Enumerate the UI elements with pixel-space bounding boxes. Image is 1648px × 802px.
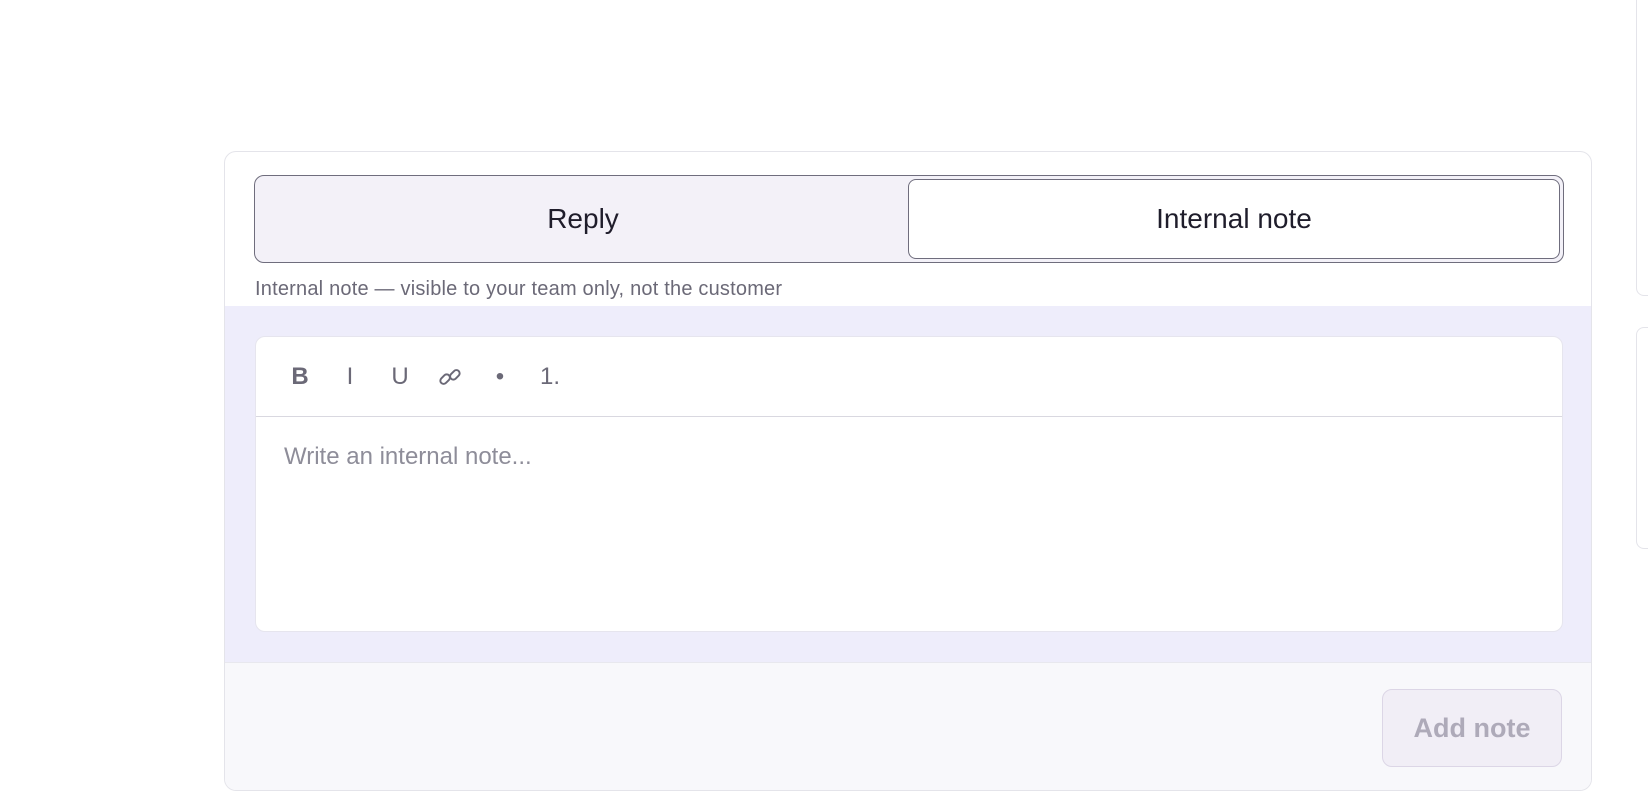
- link-button[interactable]: [430, 357, 470, 397]
- underline-button[interactable]: U: [380, 357, 420, 397]
- composer-mode-toggle: Reply Internal note: [254, 175, 1564, 263]
- editor-area: B I U • 1. Write an internal note...: [225, 306, 1591, 662]
- add-note-button[interactable]: Add note: [1382, 689, 1562, 767]
- side-panel-card: [1636, 0, 1648, 296]
- bold-button[interactable]: B: [280, 357, 320, 397]
- italic-button[interactable]: I: [330, 357, 370, 397]
- note-input[interactable]: Write an internal note...: [256, 417, 1562, 631]
- tab-internal-note[interactable]: Internal note: [908, 179, 1560, 259]
- bullet-list-button[interactable]: •: [480, 357, 520, 397]
- numbered-list-button[interactable]: 1.: [530, 357, 570, 397]
- side-panel-card: [1636, 327, 1648, 549]
- visibility-hint: Internal note — visible to your team onl…: [255, 278, 783, 300]
- tab-reply[interactable]: Reply: [258, 179, 908, 259]
- composer-footer: Add note: [225, 662, 1591, 790]
- link-icon: [437, 364, 463, 390]
- format-toolbar: B I U • 1.: [256, 337, 1562, 417]
- note-composer: Reply Internal note Internal note — visi…: [224, 151, 1592, 791]
- editor-card: B I U • 1. Write an internal note...: [255, 336, 1563, 632]
